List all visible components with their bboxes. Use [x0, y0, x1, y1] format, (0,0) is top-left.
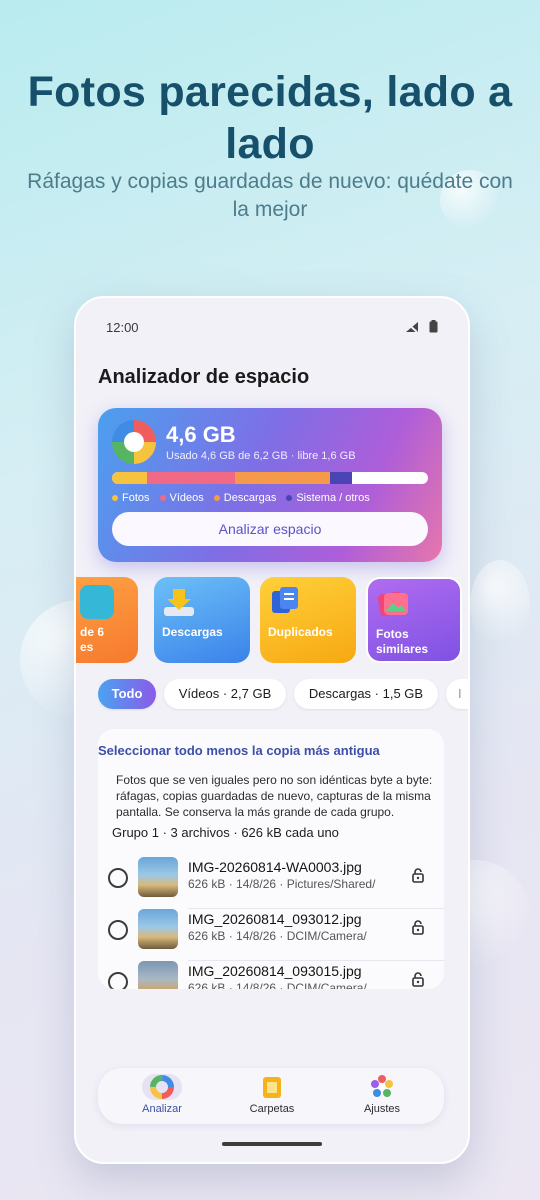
photo-album-icon	[80, 585, 114, 619]
status-bar: 12:00	[106, 320, 438, 340]
file-thumbnail	[138, 909, 178, 949]
filter-chips: Todo Vídeos · 2,7 GB Descargas · 1,5 GB …	[98, 679, 468, 711]
file-thumbnail	[138, 857, 178, 897]
category-label: de 6 es	[80, 625, 105, 654]
decorative-bubble	[470, 560, 530, 650]
nav-tab-analyze[interactable]: Analizar	[112, 1068, 212, 1124]
storage-total: 4,6 GB	[166, 422, 236, 447]
group-title: Grupo 1 · 3 archivos · 626 kB cada uno	[112, 825, 339, 840]
legend-label: Sistema / otros	[296, 492, 370, 504]
legend-item: Vídeos	[159, 492, 204, 504]
storage-bar-segment	[235, 472, 331, 484]
promo-headline: Fotos parecidas, lado a lado	[27, 68, 513, 168]
analyze-donut-icon	[150, 1075, 174, 1099]
folder-icon	[263, 1077, 281, 1098]
file-row[interactable]: IMG_20260814_093015.jpg 626 kB · 14/8/26…	[98, 957, 444, 989]
file-name: IMG_20260814_093012.jpg	[188, 911, 362, 927]
category-card-similar-photos[interactable]: Fotos similares	[366, 577, 462, 663]
storage-bar-segment	[330, 472, 353, 484]
legend-label: Fotos	[122, 492, 150, 504]
legend-label: Vídeos	[169, 492, 204, 504]
chip-downloads[interactable]: Descargas · 1,5 GB	[294, 679, 438, 709]
chip-videos[interactable]: Vídeos · 2,7 GB	[164, 679, 286, 709]
nav-tab-folders[interactable]: Carpetas	[222, 1068, 322, 1124]
status-time: 12:00	[106, 320, 139, 335]
nav-icon-box	[252, 1074, 292, 1100]
chip-all[interactable]: Todo	[98, 679, 156, 709]
storage-bar-segment	[112, 472, 147, 484]
promo-subline: Ráfagas y copias guardadas de nuevo: qué…	[27, 170, 513, 221]
legend-item: Sistema / otros	[286, 492, 370, 504]
duplicate-icon	[272, 587, 298, 613]
storage-usage-text: Usado 4,6 GB de 6,2 GB · libre 1,6 GB	[166, 450, 356, 462]
legend-item: Descargas	[213, 492, 277, 504]
bottom-navigation: Analizar Carpetas Ajustes	[98, 1068, 444, 1124]
file-select-radio[interactable]	[108, 972, 128, 989]
nav-label: Ajustes	[363, 1103, 401, 1115]
file-meta: 626 kB · 14/8/26 · DCIM/Camera/	[188, 981, 367, 989]
nav-icon-box	[362, 1074, 402, 1100]
app-title: Analizador de espacio	[98, 366, 310, 388]
file-thumbnail	[138, 961, 178, 989]
file-row[interactable]: IMG_20260814_093012.jpg 626 kB · 14/8/26…	[98, 905, 444, 961]
signal-off-icon	[406, 321, 418, 333]
legend-item: Fotos	[112, 492, 150, 504]
battery-icon	[429, 320, 438, 333]
file-name: IMG_20260814_093015.jpg	[188, 963, 362, 979]
legend-dot	[213, 495, 220, 501]
home-indicator[interactable]	[222, 1142, 322, 1146]
download-icon	[164, 589, 194, 616]
analyze-storage-button[interactable]: Analizar espacio	[112, 512, 428, 546]
legend-label: Descargas	[223, 492, 277, 504]
chip-more[interactable]: I	[446, 679, 468, 709]
nav-label: Analizar	[142, 1103, 182, 1115]
file-select-radio[interactable]	[108, 868, 128, 888]
select-all-but-oldest-link[interactable]: Seleccionar todo menos la copia más anti…	[98, 743, 444, 758]
similar-photos-icon	[377, 591, 408, 617]
lock-icon[interactable]	[410, 919, 426, 935]
file-row[interactable]: IMG-20260814-WA0003.jpg 626 kB · 14/8/26…	[98, 853, 444, 909]
lock-icon[interactable]	[410, 867, 426, 883]
phone-frame: 12:00 Analizador de espacio 4,6 GB Usado…	[74, 296, 470, 1164]
lock-icon[interactable]	[410, 971, 426, 987]
storage-summary-card: 4,6 GB Usado 4,6 GB de 6,2 GB · libre 1,…	[98, 408, 442, 562]
similar-photos-panel: Seleccionar todo menos la copia más anti…	[98, 729, 444, 989]
category-label: Descargas	[162, 625, 223, 639]
file-select-radio[interactable]	[108, 920, 128, 940]
storage-donut-icon	[112, 420, 156, 464]
storage-usage-bar	[112, 472, 428, 484]
legend-dot	[112, 495, 118, 501]
file-meta: 626 kB · 14/8/26 · DCIM/Camera/	[188, 929, 367, 943]
settings-flower-icon	[371, 1075, 393, 1097]
panel-description: Fotos que se ven iguales pero no son idé…	[116, 773, 433, 819]
storage-bar-segment	[146, 472, 236, 484]
file-name: IMG-20260814-WA0003.jpg	[188, 859, 362, 875]
nav-active-indicator	[142, 1074, 182, 1100]
legend-dot	[159, 495, 166, 501]
category-label: Fotos similares	[376, 627, 429, 656]
legend-dot	[286, 495, 293, 501]
category-label: Duplicados	[268, 625, 333, 639]
file-meta: 626 kB · 14/8/26 · Pictures/Shared/	[188, 877, 376, 891]
nav-tab-settings[interactable]: Ajustes	[332, 1068, 432, 1124]
category-carousel[interactable]: de 6 es Descargas Duplicados Fotos simil…	[76, 577, 468, 663]
nav-label: Carpetas	[249, 1103, 295, 1115]
category-card-photos[interactable]: de 6 es	[76, 577, 138, 663]
category-card-downloads[interactable]: Descargas	[154, 577, 250, 663]
category-card-duplicates[interactable]: Duplicados	[260, 577, 356, 663]
storage-legend: Fotos Vídeos Descargas Sistema / otros	[112, 492, 370, 504]
